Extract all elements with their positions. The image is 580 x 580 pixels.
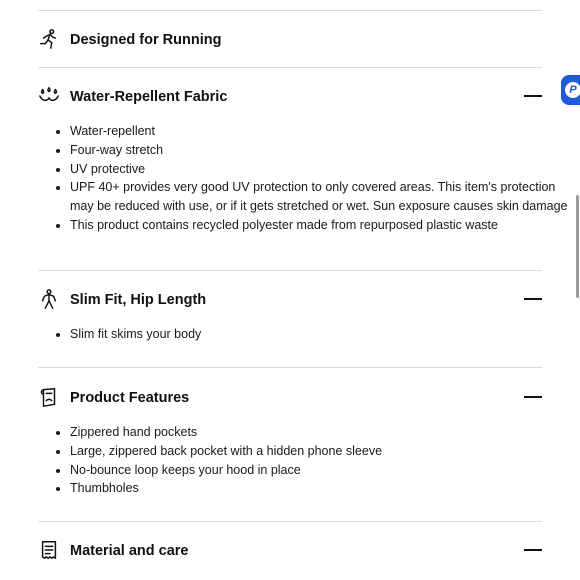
section-title: Water-Repellent Fabric: [70, 89, 228, 105]
list-item: UV protective: [70, 160, 570, 179]
list-item: UPF 40+ provides very good UV protection…: [70, 178, 570, 216]
divider: [38, 367, 542, 368]
list-item: This product contains recycled polyester…: [70, 216, 570, 235]
feature-list: Zippered hand pockets Large, zippered ba…: [38, 423, 570, 498]
list-item: Water-repellent: [70, 122, 570, 141]
collapse-icon[interactable]: [524, 95, 542, 97]
extension-badge-icon[interactable]: P: [561, 75, 580, 105]
collapse-icon[interactable]: [524, 396, 542, 398]
list-item: Four-way stretch: [70, 141, 570, 160]
section-title: Designed for Running: [70, 32, 222, 48]
section-title: Slim Fit, Hip Length: [70, 292, 207, 308]
divider: [38, 521, 542, 522]
list-item: Thumbholes: [70, 479, 570, 498]
list-item: Large, zippered back pocket with a hidde…: [70, 442, 570, 461]
collapse-icon[interactable]: [524, 298, 542, 300]
badge-label: P: [565, 82, 580, 98]
running-person-icon: [38, 28, 60, 50]
feature-list: Water-repellent Four-way stretch UV prot…: [38, 122, 570, 235]
feature-list: Slim fit skims your body: [38, 325, 570, 344]
scrollbar[interactable]: [576, 195, 579, 298]
list-item: Zippered hand pockets: [70, 423, 570, 442]
water-drops-icon: [38, 85, 60, 107]
list-item: No-bounce loop keeps your hood in place: [70, 461, 570, 480]
list-item: Slim fit skims your body: [70, 325, 570, 344]
section-title: Material and care: [70, 543, 189, 559]
divider: [38, 67, 542, 68]
body-fit-icon: [38, 288, 60, 310]
section-title: Product Features: [70, 390, 190, 406]
collapse-icon[interactable]: [524, 549, 542, 551]
divider: [38, 270, 542, 271]
care-label-icon: [38, 539, 60, 561]
garment-tag-icon: [38, 386, 60, 408]
divider: [38, 10, 542, 11]
